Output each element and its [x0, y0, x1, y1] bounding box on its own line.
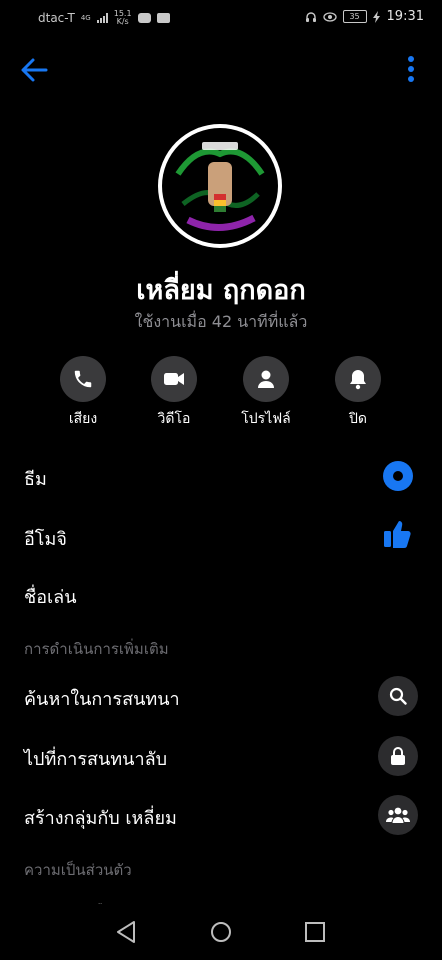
theme-label: ธีม: [24, 469, 47, 490]
create-group-row[interactable]: สร้างกลุ่มกับ เหลี่ยม: [24, 795, 418, 835]
mute-button[interactable]: [335, 356, 381, 402]
triangle-back-icon: [117, 921, 135, 943]
secret-conversation-button[interactable]: [378, 736, 418, 776]
nickname-label: ชื่อเล่น: [24, 587, 77, 608]
theme-row[interactable]: ธีม: [24, 456, 418, 496]
video-camera-icon: [164, 373, 184, 385]
status-bar: dtac-T 4G 15.1 K/s 35 19:31: [0, 0, 442, 34]
net-speed-unit: K/s: [116, 17, 129, 26]
nav-home-button[interactable]: [207, 918, 235, 946]
view-profile-label: โปรไฟล์: [241, 411, 291, 427]
carrier-label: dtac-T: [38, 11, 75, 25]
audio-call-button[interactable]: [60, 356, 106, 402]
view-profile-button[interactable]: [243, 356, 289, 402]
back-arrow-icon: [21, 58, 48, 82]
bell-icon: [350, 370, 366, 390]
net-speed: 15.1 K/s: [114, 10, 132, 26]
profile-name: เหลี่ยม ฤกดอก: [136, 275, 306, 306]
profile-avatar[interactable]: [158, 124, 282, 248]
top-bar: [0, 44, 442, 94]
audio-call-action[interactable]: เสียง: [38, 356, 128, 430]
phone-icon: [74, 370, 92, 388]
more-actions-header: การดำเนินการเพิ่มเติม: [24, 640, 169, 658]
more-vertical-icon: [408, 56, 414, 82]
group-icon: [386, 807, 410, 823]
view-profile-action[interactable]: โปรไฟล์: [221, 356, 311, 430]
network-type: 4G: [80, 14, 91, 22]
thumbs-up-icon: [384, 521, 411, 548]
battery-level: 35: [349, 12, 360, 21]
privacy-header: ความเป็นส่วนตัว: [24, 861, 132, 879]
system-nav-bar: [0, 904, 442, 960]
more-options-button[interactable]: [406, 54, 416, 84]
last-active-status: ใช้งานเมื่อ 42 นาทีที่แล้ว: [134, 312, 308, 331]
video-call-label: วิดีโอ: [157, 411, 191, 427]
quick-actions: เสียง วิดีโอ โปรไฟล์ ปิด: [0, 356, 442, 428]
battery-icon: 35: [342, 10, 367, 23]
mute-action[interactable]: ปิด: [313, 356, 403, 430]
lock-icon: [391, 747, 405, 765]
video-call-button[interactable]: [151, 356, 197, 402]
emoji-row[interactable]: อีโมจิ: [24, 516, 418, 556]
nickname-row[interactable]: ชื่อเล่น: [24, 574, 418, 614]
nav-back-button[interactable]: [112, 918, 140, 946]
emoji-label: อีโมจิ: [24, 529, 67, 550]
search-conversation-button[interactable]: [378, 676, 418, 716]
square-recents-icon: [305, 922, 325, 942]
search-icon: [389, 687, 407, 705]
secret-conversation-label: ไปที่การสนทนาลับ: [24, 749, 168, 770]
eye-icon: [322, 11, 337, 22]
search-conversation-row[interactable]: ค้นหาในการสนทนา: [24, 676, 418, 716]
youtube-icon: [137, 13, 151, 23]
video-call-action[interactable]: วิดีโอ: [129, 356, 219, 430]
nav-recents-button[interactable]: [301, 918, 329, 946]
audio-call-label: เสียง: [68, 411, 98, 427]
secret-conversation-row[interactable]: ไปที่การสนทนาลับ: [24, 736, 418, 776]
circle-home-icon: [211, 922, 231, 942]
back-button[interactable]: [16, 52, 52, 88]
mute-label: ปิด: [349, 411, 367, 427]
headset-icon: [305, 11, 316, 22]
charging-icon: [372, 10, 380, 23]
create-group-button[interactable]: [378, 795, 418, 835]
theme-icon: [383, 461, 413, 491]
profile-icon: [258, 370, 274, 388]
search-conversation-label: ค้นหาในการสนทนา: [24, 689, 180, 710]
clock: 19:31: [386, 9, 424, 24]
create-group-label: สร้างกลุ่มกับ เหลี่ยม: [24, 808, 177, 829]
news-icon: [156, 13, 170, 23]
avatar-image: [162, 128, 278, 244]
signal-icon: [96, 13, 108, 23]
